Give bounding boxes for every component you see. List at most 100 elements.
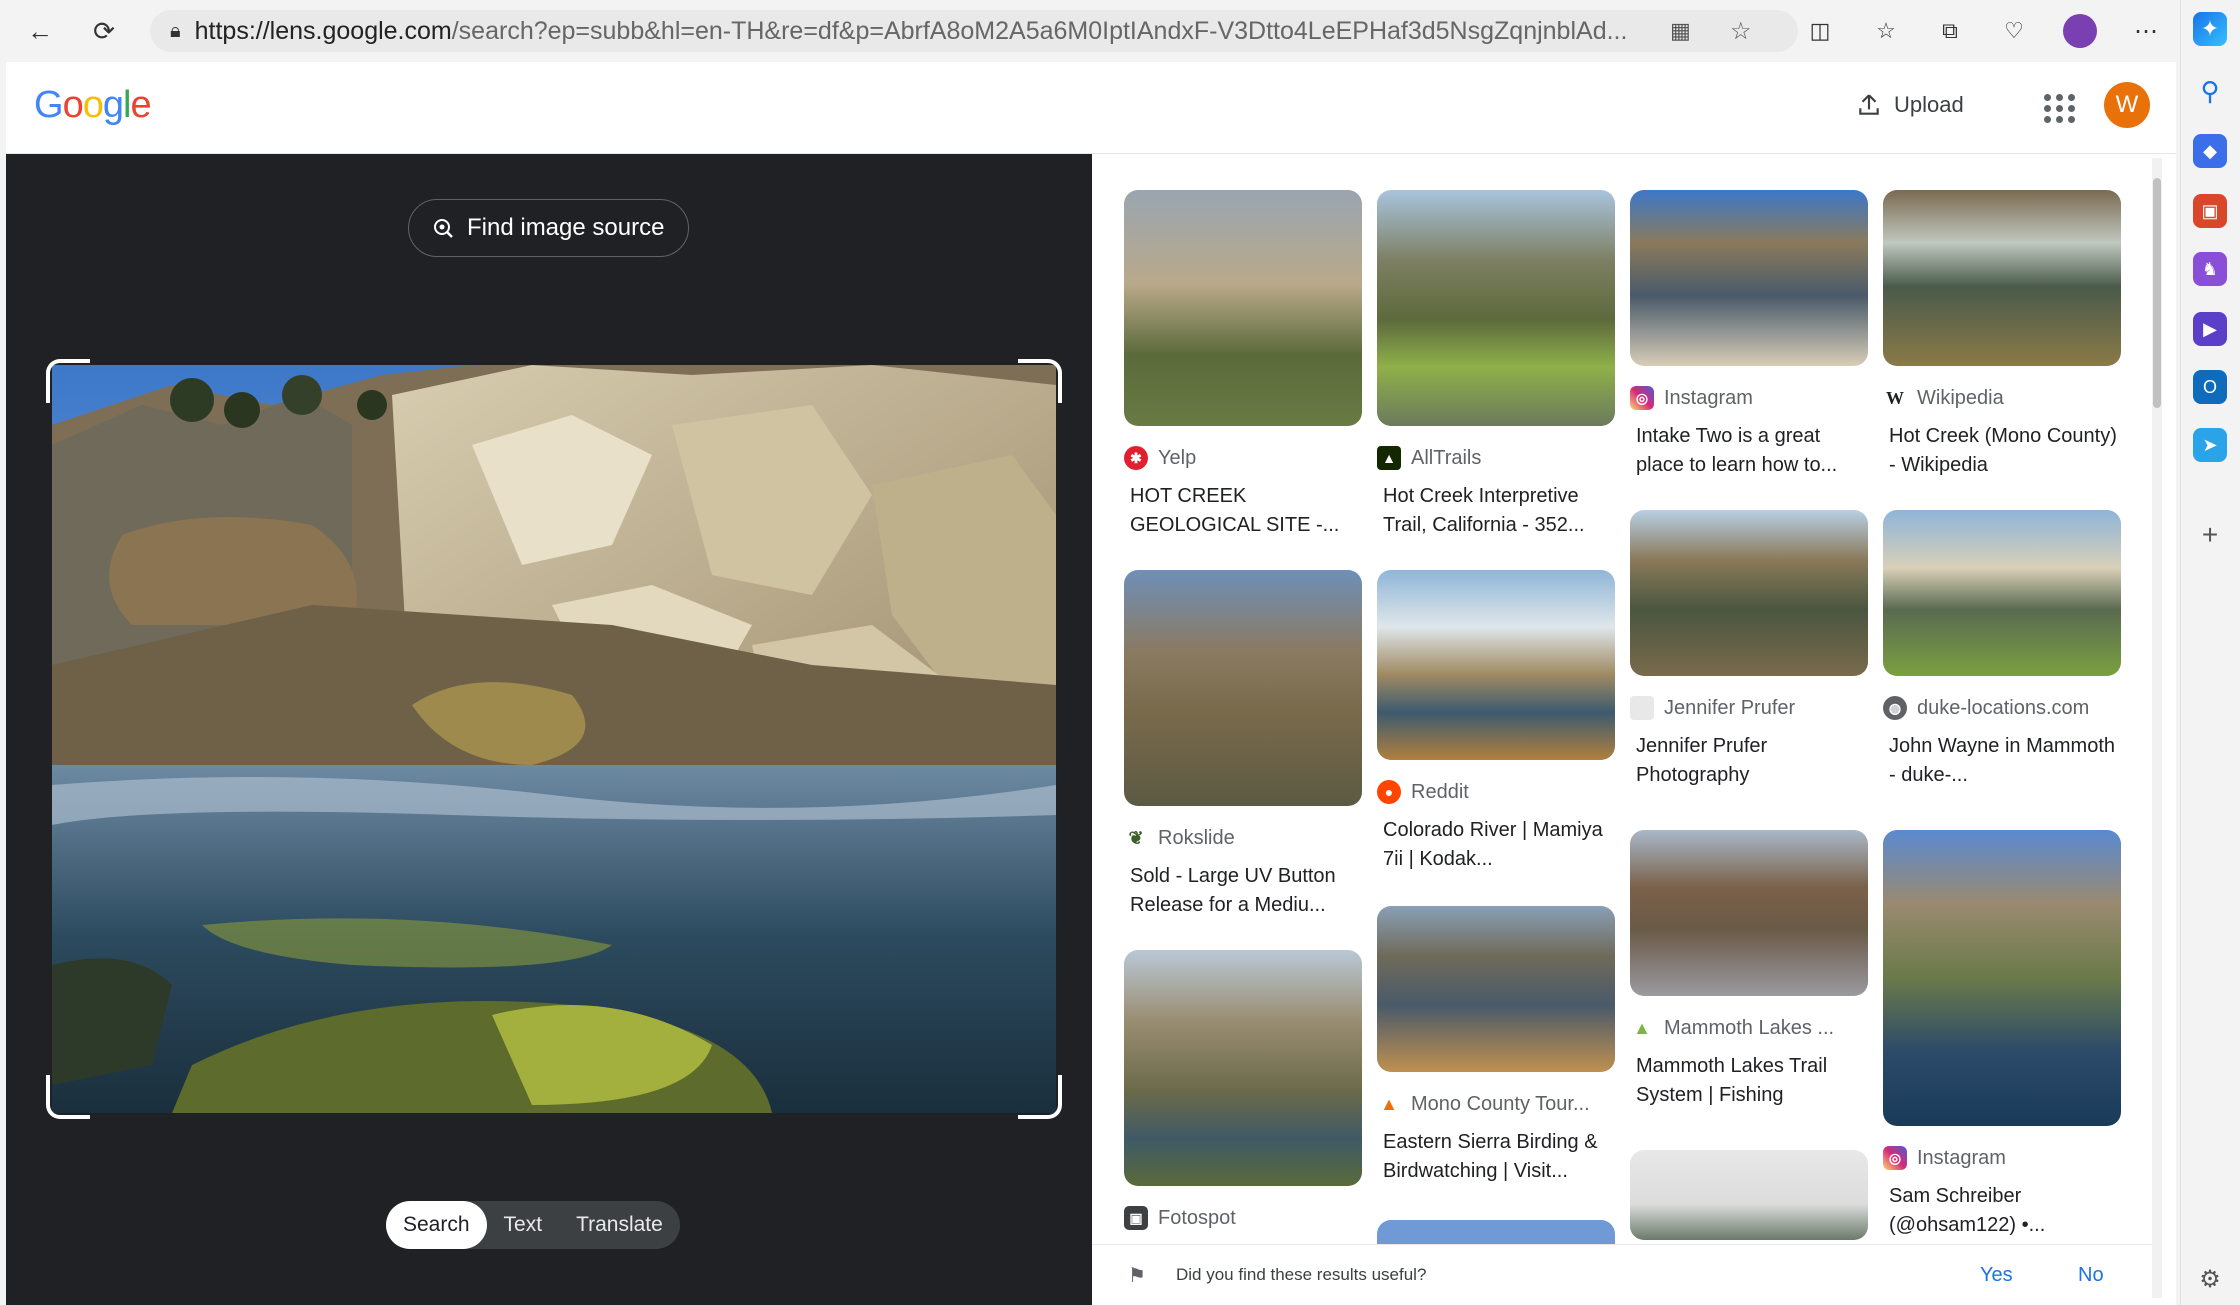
reader-view-icon[interactable]: ▦: [1670, 18, 1691, 44]
crop-handle-bottom-right[interactable]: [1018, 1075, 1062, 1119]
lock-icon: 🔒︎: [170, 19, 181, 42]
address-bar[interactable]: 🔒︎ https://lens.google.com/search?ep=sub…: [150, 10, 1798, 52]
favorites-icon[interactable]: ☆: [1866, 11, 1906, 51]
result-title[interactable]: Hot Creek Interpretive Trail, California…: [1377, 482, 1615, 540]
result-thumbnail[interactable]: [1377, 570, 1615, 760]
feedback-no-button[interactable]: No: [2078, 1264, 2104, 1287]
result-source-name: Instagram: [1664, 386, 1753, 409]
result-card[interactable]: ◍ duke-locations.com John Wayne in Mammot…: [1883, 510, 2121, 790]
result-thumbnail[interactable]: [1883, 830, 2121, 1126]
browser-essentials-icon[interactable]: ♡: [1994, 11, 2034, 51]
result-title[interactable]: Intake Two is a great place to learn how…: [1630, 422, 1868, 480]
result-source: ▲ Mammoth Lakes ...: [1630, 1016, 1868, 1040]
more-options-icon[interactable]: ⋯: [2126, 11, 2166, 51]
result-title[interactable]: Colorado River | Mamiya 7ii | Kodak...: [1377, 816, 1615, 874]
result-source: ● Reddit: [1377, 780, 1615, 804]
result-card[interactable]: ◎ Instagram Intake Two is a great place t…: [1630, 190, 1868, 480]
result-card[interactable]: ▲ Mono County Tour... Eastern Sierra Bird…: [1377, 906, 1615, 1186]
result-title[interactable]: John Wayne in Mammoth - duke-...: [1883, 732, 2121, 790]
result-thumbnail[interactable]: [1377, 906, 1615, 1072]
result-title[interactable]: Jennifer Prufer Photography: [1630, 732, 1868, 790]
send-icon[interactable]: ➤: [2193, 428, 2227, 462]
result-title[interactable]: Eastern Sierra Birding & Birdwatching | …: [1377, 1128, 1615, 1186]
result-card[interactable]: [1630, 1150, 1868, 1240]
selection-area[interactable]: [46, 359, 1062, 1119]
mono-county-icon: ▲: [1380, 1093, 1398, 1114]
games-icon[interactable]: ♞: [2193, 252, 2227, 286]
result-source-name: AllTrails: [1411, 446, 1482, 469]
crop-handle-top-right[interactable]: [1018, 359, 1062, 403]
collections-icon[interactable]: ⧉: [1930, 11, 1970, 51]
crop-handle-top-left[interactable]: [46, 359, 90, 403]
result-title[interactable]: Sold - Large UV Button Release for a Med…: [1124, 862, 1362, 920]
crop-handle-bottom-left[interactable]: [46, 1075, 90, 1119]
result-source-name: Yelp: [1158, 446, 1197, 469]
result-thumbnail[interactable]: [1630, 190, 1868, 366]
mode-translate-tab[interactable]: Translate: [559, 1201, 680, 1249]
result-source: ◎ Instagram: [1883, 1146, 2121, 1170]
url-text[interactable]: https://lens.google.com/search?ep=subb&h…: [195, 17, 1675, 46]
add-icon[interactable]: +: [2193, 518, 2227, 552]
result-source-name: Rokslide: [1158, 826, 1235, 849]
result-source: ❦ Rokslide: [1124, 826, 1362, 850]
tools-icon[interactable]: ▣: [2193, 194, 2227, 228]
result-thumbnail[interactable]: [1630, 510, 1868, 676]
reload-icon[interactable]: ⟳: [84, 11, 124, 51]
mode-text-tab[interactable]: Text: [487, 1201, 560, 1249]
result-card[interactable]: ❦ Rokslide Sold - Large UV Button Release…: [1124, 570, 1362, 920]
jennifer-prufer-icon: [1630, 696, 1654, 720]
find-image-source-button[interactable]: Find image source: [408, 199, 690, 257]
result-thumbnail[interactable]: [1377, 190, 1615, 426]
back-icon[interactable]: ←: [20, 11, 60, 51]
mammoth-lakes-icon: ▲: [1633, 1017, 1651, 1038]
profile-icon[interactable]: [2060, 11, 2100, 51]
account-avatar[interactable]: W: [2104, 82, 2150, 128]
result-card[interactable]: ◎ Instagram Sam Schreiber (@ohsam122) •..…: [1883, 830, 2121, 1240]
result-thumbnail[interactable]: [1124, 190, 1362, 426]
result-thumbnail[interactable]: [1883, 190, 2121, 366]
result-title[interactable]: Sam Schreiber (@ohsam122) •...: [1883, 1182, 2121, 1240]
scrollbar-thumb[interactable]: [2153, 178, 2161, 408]
screen: ← ⟳ 🔒︎ https://lens.google.com/search?ep…: [0, 0, 2240, 1305]
wikipedia-icon: W: [1883, 386, 1907, 410]
settings-icon[interactable]: ⚙: [2193, 1262, 2227, 1296]
outlook-icon[interactable]: O: [2193, 370, 2227, 404]
result-thumbnail[interactable]: [1883, 510, 2121, 676]
tag-icon[interactable]: ◆: [2193, 134, 2227, 168]
find-image-source-label: Find image source: [467, 214, 665, 241]
result-thumbnail[interactable]: [1630, 1150, 1868, 1240]
split-screen-icon[interactable]: ◫: [1800, 11, 1840, 51]
browser-toolbar: ← ⟳ 🔒︎ https://lens.google.com/search?ep…: [0, 0, 2240, 62]
result-card[interactable]: W Wikipedia Hot Creek (Mono County) - Wik…: [1883, 190, 2121, 480]
upload-button[interactable]: Upload: [1856, 92, 1964, 118]
result-source-name: Jennifer Prufer: [1664, 696, 1796, 719]
result-source-name: Wikipedia: [1917, 386, 2004, 409]
feedback-bar: ⚑ Did you find these results useful? Yes…: [1092, 1244, 2152, 1305]
result-title[interactable]: Hot Creek (Mono County) - Wikipedia: [1883, 422, 2121, 480]
result-card[interactable]: Jennifer Prufer Jennifer Prufer Photogra…: [1630, 510, 1868, 790]
google-logo[interactable]: Google: [34, 84, 152, 127]
result-title[interactable]: Mammoth Lakes Trail System | Fishing: [1630, 1052, 1868, 1110]
feedback-yes-button[interactable]: Yes: [1980, 1264, 2013, 1287]
result-card[interactable]: ▲ Mammoth Lakes ... Mammoth Lakes Trail S…: [1630, 830, 1868, 1110]
result-card[interactable]: ✱ Yelp HOT CREEK GEOLOGICAL SITE -...: [1124, 190, 1362, 540]
fotospot-icon: ▣: [1124, 1206, 1148, 1230]
mode-search-tab[interactable]: Search: [386, 1201, 487, 1249]
result-card[interactable]: ▲ AllTrails Hot Creek Interpretive Trail,…: [1377, 190, 1615, 540]
result-card[interactable]: ● Reddit Colorado River | Mamiya 7ii | Ko…: [1377, 570, 1615, 874]
result-source: W Wikipedia: [1883, 386, 2121, 410]
favorite-star-icon[interactable]: ☆: [1730, 17, 1752, 46]
search-icon[interactable]: ⚲: [2193, 74, 2227, 108]
results-scrollbar[interactable]: [2152, 158, 2162, 1298]
image-panel: Find image source Search Text Translate: [6, 154, 1092, 1305]
result-thumbnail[interactable]: [1124, 570, 1362, 806]
result-card[interactable]: ▣ Fotospot: [1124, 950, 1362, 1230]
result-title[interactable]: HOT CREEK GEOLOGICAL SITE -...: [1124, 482, 1362, 540]
result-thumbnail[interactable]: [1124, 950, 1362, 1186]
copilot-icon[interactable]: ✦: [2193, 12, 2227, 46]
result-source-name: Instagram: [1917, 1146, 2006, 1169]
upload-icon: [1859, 94, 1879, 115]
result-thumbnail[interactable]: [1630, 830, 1868, 996]
google-apps-icon[interactable]: [2042, 90, 2078, 126]
office-icon[interactable]: ▶: [2193, 312, 2227, 346]
